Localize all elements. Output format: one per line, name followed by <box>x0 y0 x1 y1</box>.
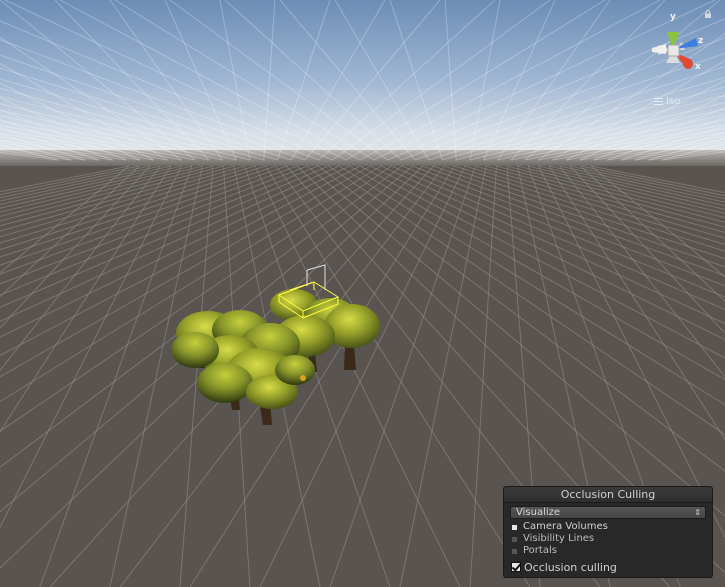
projection-label: Iso <box>666 96 681 107</box>
camera-volumes-option[interactable]: Camera Volumes <box>512 521 608 533</box>
bullet-icon <box>512 548 517 554</box>
center-cube[interactable] <box>667 44 680 57</box>
visibility-lines-option[interactable]: Visibility Lines <box>512 533 594 545</box>
y-axis-label: y <box>670 12 676 22</box>
occlusion-culling-panel: Occlusion Culling Visualize ⇕ Camera Vol… <box>503 486 713 578</box>
x-axis-handle[interactable] <box>683 59 693 69</box>
lock-icon[interactable] <box>704 10 712 18</box>
menu-icon <box>654 98 663 105</box>
panel-title: Occlusion Culling <box>504 487 712 503</box>
z-axis-label: z <box>698 36 704 46</box>
checkbox-checked-icon[interactable] <box>511 562 521 572</box>
scene-view[interactable]: y z x Iso Occlusion Culling Visualize ⇕ … <box>0 0 725 587</box>
occlusion-culling-checkbox[interactable]: Occlusion culling <box>511 560 617 574</box>
projection-toggle[interactable]: Iso <box>654 96 680 107</box>
dropdown-value: Visualize <box>516 507 561 518</box>
visualize-dropdown[interactable]: Visualize ⇕ <box>510 506 706 519</box>
option-label: Visibility Lines <box>523 533 595 544</box>
x-axis-label: x <box>695 62 701 72</box>
option-label: Portals <box>523 545 557 556</box>
portals-option[interactable]: Portals <box>512 545 557 557</box>
option-label: Camera Volumes <box>523 521 608 532</box>
bullet-icon <box>512 524 517 530</box>
dropdown-arrow-icon: ⇕ <box>694 508 701 517</box>
bullet-icon <box>512 536 517 542</box>
checkbox-label: Occlusion culling <box>524 560 617 574</box>
scene-orientation-gizmo[interactable]: y z x Iso <box>640 8 720 108</box>
